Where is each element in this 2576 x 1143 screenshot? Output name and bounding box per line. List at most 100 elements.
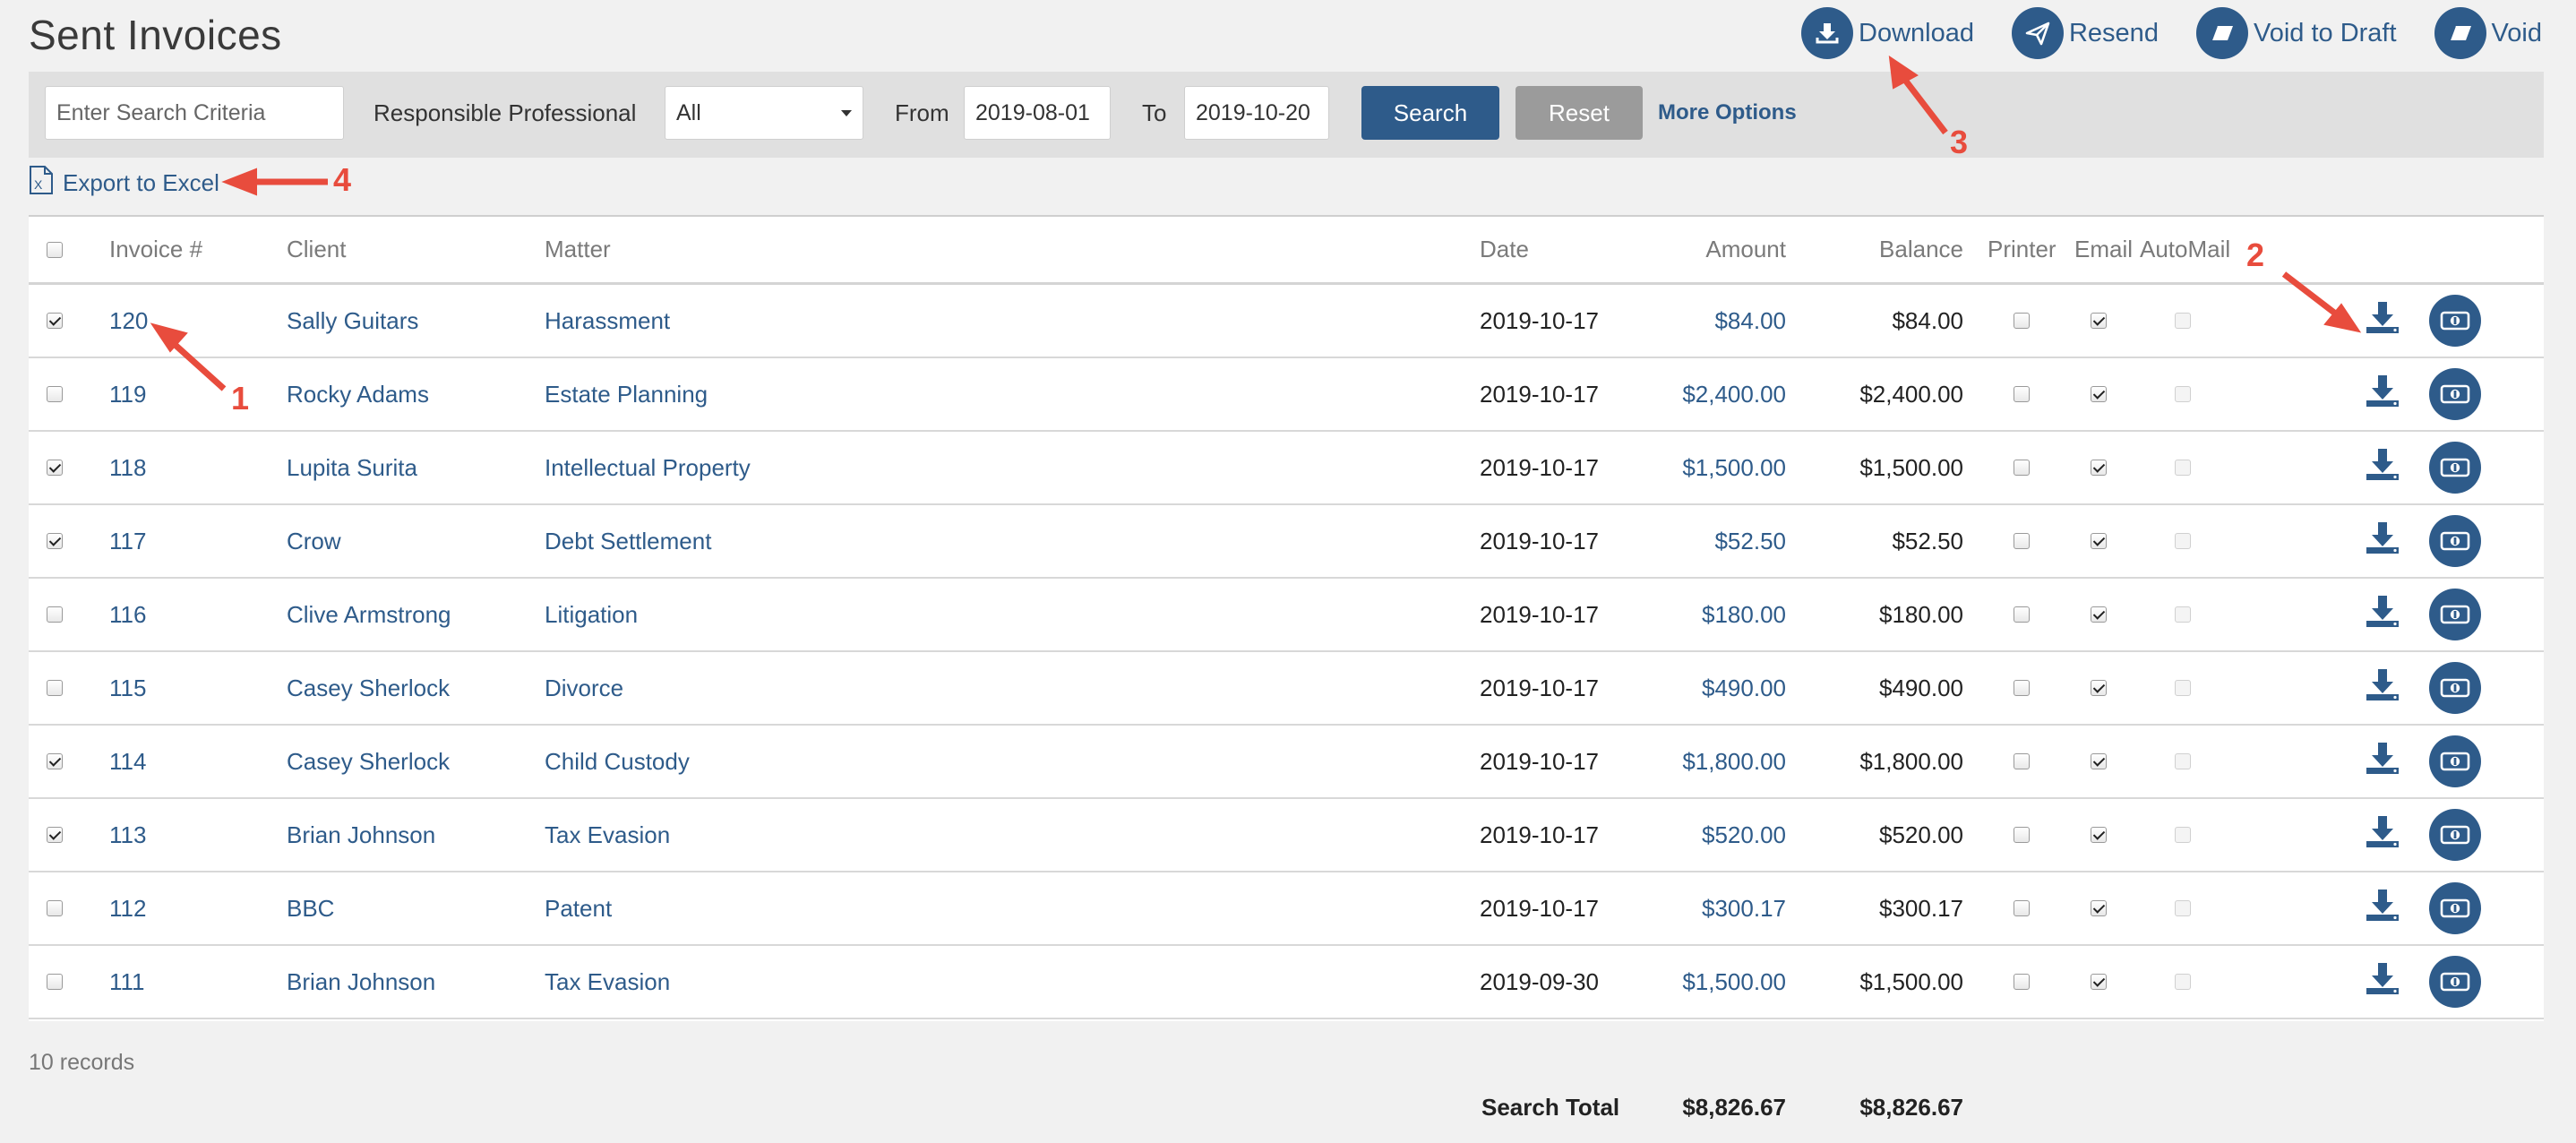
invoice-number-link[interactable]: 117 bbox=[109, 505, 146, 577]
row-select-cell[interactable] bbox=[47, 579, 63, 650]
matter-link[interactable]: Litigation bbox=[545, 579, 638, 650]
row-payment-button[interactable] bbox=[2429, 799, 2481, 871]
invoice-number-link[interactable]: 118 bbox=[109, 432, 146, 503]
col-client[interactable]: Client bbox=[287, 217, 346, 282]
client-link[interactable]: BBC bbox=[287, 872, 334, 944]
row-select-checkbox[interactable] bbox=[47, 680, 63, 696]
reset-button[interactable]: Reset bbox=[1516, 86, 1643, 140]
col-balance[interactable]: Balance bbox=[1784, 217, 1963, 282]
to-date-input[interactable]: 2019-10-20 bbox=[1184, 86, 1329, 140]
row-select-cell[interactable] bbox=[47, 799, 63, 871]
row-payment-button[interactable] bbox=[2429, 358, 2481, 430]
invoice-number-link[interactable]: 113 bbox=[109, 799, 146, 871]
invoice-number-link[interactable]: 116 bbox=[109, 579, 146, 650]
invoice-amount-link[interactable]: $1,500.00 bbox=[1614, 946, 1786, 1018]
row-select-checkbox[interactable] bbox=[47, 313, 63, 329]
matter-link[interactable]: Divorce bbox=[545, 652, 623, 724]
col-invoice[interactable]: Invoice # bbox=[109, 217, 202, 282]
client-link[interactable]: Clive Armstrong bbox=[287, 579, 451, 650]
checkbox[interactable] bbox=[2091, 313, 2107, 329]
checkbox[interactable] bbox=[2091, 533, 2107, 549]
invoice-amount-link[interactable]: $490.00 bbox=[1614, 652, 1786, 724]
row-payment-button[interactable] bbox=[2429, 505, 2481, 577]
row-download-button[interactable] bbox=[2363, 652, 2402, 724]
row-select-cell[interactable] bbox=[47, 285, 63, 357]
more-options-link[interactable]: More Options bbox=[1658, 86, 1797, 140]
email-checkbox[interactable] bbox=[2091, 358, 2107, 430]
checkbox[interactable] bbox=[2014, 680, 2030, 696]
row-download-button[interactable] bbox=[2363, 505, 2402, 577]
client-link[interactable]: Sally Guitars bbox=[287, 285, 418, 357]
email-checkbox[interactable] bbox=[2091, 946, 2107, 1018]
col-amount[interactable]: Amount bbox=[1614, 217, 1786, 282]
email-checkbox[interactable] bbox=[2091, 579, 2107, 650]
row-payment-button[interactable] bbox=[2429, 872, 2481, 944]
email-checkbox[interactable] bbox=[2091, 652, 2107, 724]
checkbox[interactable] bbox=[2014, 900, 2030, 916]
checkbox[interactable] bbox=[2014, 386, 2030, 402]
row-select-checkbox[interactable] bbox=[47, 753, 63, 769]
invoice-number-link[interactable]: 114 bbox=[109, 726, 146, 797]
checkbox[interactable] bbox=[2014, 460, 2030, 476]
matter-link[interactable]: Estate Planning bbox=[545, 358, 708, 430]
row-select-cell[interactable] bbox=[47, 432, 63, 503]
email-checkbox[interactable] bbox=[2091, 505, 2107, 577]
row-payment-button[interactable] bbox=[2429, 285, 2481, 357]
matter-link[interactable]: Intellectual Property bbox=[545, 432, 751, 503]
client-link[interactable]: Rocky Adams bbox=[287, 358, 429, 430]
email-checkbox[interactable] bbox=[2091, 726, 2107, 797]
search-button[interactable]: Search bbox=[1361, 86, 1499, 140]
col-date[interactable]: Date bbox=[1480, 217, 1529, 282]
printer-checkbox[interactable] bbox=[2014, 652, 2030, 724]
checkbox[interactable] bbox=[2091, 680, 2107, 696]
checkbox[interactable] bbox=[2014, 533, 2030, 549]
row-select-checkbox[interactable] bbox=[47, 900, 63, 916]
client-link[interactable]: Casey Sherlock bbox=[287, 652, 450, 724]
printer-checkbox[interactable] bbox=[2014, 285, 2030, 357]
checkbox[interactable] bbox=[2091, 753, 2107, 769]
checkbox[interactable] bbox=[2014, 827, 2030, 843]
checkbox[interactable] bbox=[2014, 974, 2030, 990]
invoice-amount-link[interactable]: $1,500.00 bbox=[1614, 432, 1786, 503]
printer-checkbox[interactable] bbox=[2014, 726, 2030, 797]
printer-checkbox[interactable] bbox=[2014, 799, 2030, 871]
row-select-checkbox[interactable] bbox=[47, 827, 63, 843]
invoice-number-link[interactable]: 120 bbox=[109, 285, 148, 357]
resend-button[interactable]: Resend bbox=[2011, 7, 2159, 59]
invoice-amount-link[interactable]: $1,800.00 bbox=[1614, 726, 1786, 797]
row-select-checkbox[interactable] bbox=[47, 533, 63, 549]
checkbox[interactable] bbox=[2014, 753, 2030, 769]
invoice-number-link[interactable]: 119 bbox=[109, 358, 146, 430]
client-link[interactable]: Brian Johnson bbox=[287, 799, 435, 871]
checkbox[interactable] bbox=[2091, 606, 2107, 623]
email-checkbox[interactable] bbox=[2091, 799, 2107, 871]
matter-link[interactable]: Tax Evasion bbox=[545, 799, 670, 871]
checkbox[interactable] bbox=[47, 241, 63, 258]
row-select-cell[interactable] bbox=[47, 652, 63, 724]
printer-checkbox[interactable] bbox=[2014, 579, 2030, 650]
responsible-professional-select[interactable]: All bbox=[665, 86, 863, 140]
row-payment-button[interactable] bbox=[2429, 946, 2481, 1018]
row-download-button[interactable] bbox=[2363, 946, 2402, 1018]
row-download-button[interactable] bbox=[2363, 432, 2402, 503]
row-payment-button[interactable] bbox=[2429, 652, 2481, 724]
printer-checkbox[interactable] bbox=[2014, 946, 2030, 1018]
client-link[interactable]: Brian Johnson bbox=[287, 946, 435, 1018]
row-download-button[interactable] bbox=[2363, 726, 2402, 797]
client-link[interactable]: Lupita Surita bbox=[287, 432, 417, 503]
row-select-cell[interactable] bbox=[47, 358, 63, 430]
checkbox[interactable] bbox=[2091, 827, 2107, 843]
row-select-checkbox[interactable] bbox=[47, 974, 63, 990]
search-input[interactable]: Enter Search Criteria bbox=[45, 86, 344, 140]
row-select-cell[interactable] bbox=[47, 505, 63, 577]
row-select-cell[interactable] bbox=[47, 946, 63, 1018]
checkbox[interactable] bbox=[2091, 386, 2107, 402]
row-select-checkbox[interactable] bbox=[47, 460, 63, 476]
void-to-draft-button[interactable]: Void to Draft bbox=[2195, 7, 2397, 59]
matter-link[interactable]: Harassment bbox=[545, 285, 670, 357]
row-download-button[interactable] bbox=[2363, 358, 2402, 430]
invoice-amount-link[interactable]: $2,400.00 bbox=[1614, 358, 1786, 430]
printer-checkbox[interactable] bbox=[2014, 432, 2030, 503]
from-date-input[interactable]: 2019-08-01 bbox=[964, 86, 1111, 140]
select-all-checkbox[interactable] bbox=[47, 217, 63, 282]
